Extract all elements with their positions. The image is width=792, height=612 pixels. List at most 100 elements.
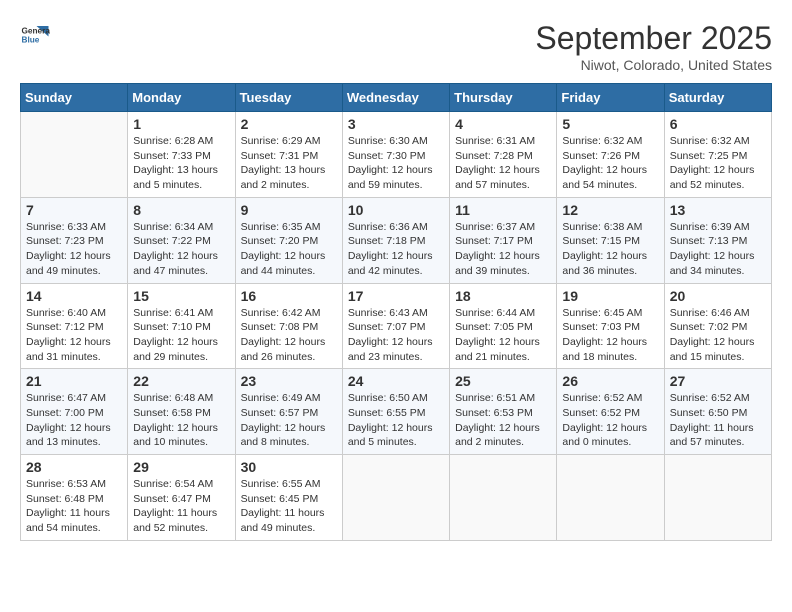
logo-icon: General Blue — [20, 20, 50, 50]
cell-info: Sunrise: 6:52 AMSunset: 6:52 PMDaylight:… — [562, 391, 658, 450]
month-title: September 2025 — [535, 20, 772, 57]
calendar-table: SundayMondayTuesdayWednesdayThursdayFrid… — [20, 83, 772, 541]
cell-info: Sunrise: 6:29 AMSunset: 7:31 PMDaylight:… — [241, 134, 337, 193]
calendar-cell: 3 Sunrise: 6:30 AMSunset: 7:30 PMDaylight… — [342, 112, 449, 198]
day-number: 14 — [26, 288, 122, 304]
calendar-cell: 14 Sunrise: 6:40 AMSunset: 7:12 PMDayligh… — [21, 283, 128, 369]
cell-info: Sunrise: 6:28 AMSunset: 7:33 PMDaylight:… — [133, 134, 229, 193]
day-number: 20 — [670, 288, 766, 304]
weekday-header-saturday: Saturday — [664, 84, 771, 112]
cell-info: Sunrise: 6:48 AMSunset: 6:58 PMDaylight:… — [133, 391, 229, 450]
cell-info: Sunrise: 6:30 AMSunset: 7:30 PMDaylight:… — [348, 134, 444, 193]
logo: General Blue — [20, 20, 50, 50]
calendar-cell: 7 Sunrise: 6:33 AMSunset: 7:23 PMDaylight… — [21, 197, 128, 283]
cell-info: Sunrise: 6:42 AMSunset: 7:08 PMDaylight:… — [241, 306, 337, 365]
day-number: 4 — [455, 116, 551, 132]
day-number: 18 — [455, 288, 551, 304]
week-row-1: 1 Sunrise: 6:28 AMSunset: 7:33 PMDaylight… — [21, 112, 772, 198]
cell-info: Sunrise: 6:38 AMSunset: 7:15 PMDaylight:… — [562, 220, 658, 279]
day-number: 21 — [26, 373, 122, 389]
calendar-cell: 17 Sunrise: 6:43 AMSunset: 7:07 PMDayligh… — [342, 283, 449, 369]
day-number: 1 — [133, 116, 229, 132]
week-row-4: 21 Sunrise: 6:47 AMSunset: 7:00 PMDayligh… — [21, 369, 772, 455]
cell-info: Sunrise: 6:39 AMSunset: 7:13 PMDaylight:… — [670, 220, 766, 279]
calendar-cell: 2 Sunrise: 6:29 AMSunset: 7:31 PMDaylight… — [235, 112, 342, 198]
calendar-cell: 25 Sunrise: 6:51 AMSunset: 6:53 PMDayligh… — [450, 369, 557, 455]
calendar-cell — [21, 112, 128, 198]
day-number: 25 — [455, 373, 551, 389]
cell-info: Sunrise: 6:55 AMSunset: 6:45 PMDaylight:… — [241, 477, 337, 536]
calendar-cell: 4 Sunrise: 6:31 AMSunset: 7:28 PMDaylight… — [450, 112, 557, 198]
cell-info: Sunrise: 6:50 AMSunset: 6:55 PMDaylight:… — [348, 391, 444, 450]
cell-info: Sunrise: 6:35 AMSunset: 7:20 PMDaylight:… — [241, 220, 337, 279]
calendar-cell: 6 Sunrise: 6:32 AMSunset: 7:25 PMDaylight… — [664, 112, 771, 198]
week-row-5: 28 Sunrise: 6:53 AMSunset: 6:48 PMDayligh… — [21, 455, 772, 541]
title-section: September 2025 Niwot, Colorado, United S… — [535, 20, 772, 73]
cell-info: Sunrise: 6:36 AMSunset: 7:18 PMDaylight:… — [348, 220, 444, 279]
calendar-cell: 22 Sunrise: 6:48 AMSunset: 6:58 PMDayligh… — [128, 369, 235, 455]
week-row-2: 7 Sunrise: 6:33 AMSunset: 7:23 PMDaylight… — [21, 197, 772, 283]
day-number: 3 — [348, 116, 444, 132]
day-number: 9 — [241, 202, 337, 218]
cell-info: Sunrise: 6:53 AMSunset: 6:48 PMDaylight:… — [26, 477, 122, 536]
weekday-header-row: SundayMondayTuesdayWednesdayThursdayFrid… — [21, 84, 772, 112]
day-number: 28 — [26, 459, 122, 475]
page-header: General Blue September 2025 Niwot, Color… — [20, 20, 772, 73]
location-subtitle: Niwot, Colorado, United States — [535, 57, 772, 73]
calendar-cell — [342, 455, 449, 541]
calendar-cell: 13 Sunrise: 6:39 AMSunset: 7:13 PMDayligh… — [664, 197, 771, 283]
cell-info: Sunrise: 6:34 AMSunset: 7:22 PMDaylight:… — [133, 220, 229, 279]
day-number: 17 — [348, 288, 444, 304]
cell-info: Sunrise: 6:40 AMSunset: 7:12 PMDaylight:… — [26, 306, 122, 365]
calendar-cell — [557, 455, 664, 541]
svg-text:General: General — [22, 27, 51, 36]
calendar-cell — [450, 455, 557, 541]
day-number: 8 — [133, 202, 229, 218]
cell-info: Sunrise: 6:54 AMSunset: 6:47 PMDaylight:… — [133, 477, 229, 536]
day-number: 16 — [241, 288, 337, 304]
cell-info: Sunrise: 6:32 AMSunset: 7:26 PMDaylight:… — [562, 134, 658, 193]
calendar-cell: 23Sunrise: 6:49 AMSunset: 6:57 PMDayligh… — [235, 369, 342, 455]
day-number: 29 — [133, 459, 229, 475]
day-number: 24 — [348, 373, 444, 389]
calendar-cell — [664, 455, 771, 541]
day-number: 15 — [133, 288, 229, 304]
calendar-cell: 15Sunrise: 6:41 AMSunset: 7:10 PMDayligh… — [128, 283, 235, 369]
calendar-cell: 9 Sunrise: 6:35 AMSunset: 7:20 PMDaylight… — [235, 197, 342, 283]
day-number: 19 — [562, 288, 658, 304]
calendar-cell: 26Sunrise: 6:52 AMSunset: 6:52 PMDayligh… — [557, 369, 664, 455]
calendar-cell: 10Sunrise: 6:36 AMSunset: 7:18 PMDayligh… — [342, 197, 449, 283]
day-number: 12 — [562, 202, 658, 218]
calendar-cell: 28 Sunrise: 6:53 AMSunset: 6:48 PMDayligh… — [21, 455, 128, 541]
calendar-cell: 18 Sunrise: 6:44 AMSunset: 7:05 PMDayligh… — [450, 283, 557, 369]
day-number: 6 — [670, 116, 766, 132]
cell-info: Sunrise: 6:45 AMSunset: 7:03 PMDaylight:… — [562, 306, 658, 365]
cell-info: Sunrise: 6:33 AMSunset: 7:23 PMDaylight:… — [26, 220, 122, 279]
day-number: 7 — [26, 202, 122, 218]
cell-info: Sunrise: 6:32 AMSunset: 7:25 PMDaylight:… — [670, 134, 766, 193]
calendar-cell: 21 Sunrise: 6:47 AMSunset: 7:00 PMDayligh… — [21, 369, 128, 455]
weekday-header-friday: Friday — [557, 84, 664, 112]
day-number: 13 — [670, 202, 766, 218]
calendar-cell: 8 Sunrise: 6:34 AMSunset: 7:22 PMDaylight… — [128, 197, 235, 283]
day-number: 22 — [133, 373, 229, 389]
weekday-header-monday: Monday — [128, 84, 235, 112]
cell-info: Sunrise: 6:43 AMSunset: 7:07 PMDaylight:… — [348, 306, 444, 365]
weekday-header-wednesday: Wednesday — [342, 84, 449, 112]
weekday-header-sunday: Sunday — [21, 84, 128, 112]
calendar-cell: 30Sunrise: 6:55 AMSunset: 6:45 PMDayligh… — [235, 455, 342, 541]
calendar-cell: 11Sunrise: 6:37 AMSunset: 7:17 PMDayligh… — [450, 197, 557, 283]
weekday-header-tuesday: Tuesday — [235, 84, 342, 112]
cell-info: Sunrise: 6:51 AMSunset: 6:53 PMDaylight:… — [455, 391, 551, 450]
day-number: 2 — [241, 116, 337, 132]
cell-info: Sunrise: 6:37 AMSunset: 7:17 PMDaylight:… — [455, 220, 551, 279]
cell-info: Sunrise: 6:47 AMSunset: 7:00 PMDaylight:… — [26, 391, 122, 450]
day-number: 27 — [670, 373, 766, 389]
cell-info: Sunrise: 6:49 AMSunset: 6:57 PMDaylight:… — [241, 391, 337, 450]
calendar-cell: 1 Sunrise: 6:28 AMSunset: 7:33 PMDaylight… — [128, 112, 235, 198]
cell-info: Sunrise: 6:31 AMSunset: 7:28 PMDaylight:… — [455, 134, 551, 193]
cell-info: Sunrise: 6:44 AMSunset: 7:05 PMDaylight:… — [455, 306, 551, 365]
calendar-cell: 16 Sunrise: 6:42 AMSunset: 7:08 PMDayligh… — [235, 283, 342, 369]
calendar-cell: 5Sunrise: 6:32 AMSunset: 7:26 PMDaylight… — [557, 112, 664, 198]
week-row-3: 14 Sunrise: 6:40 AMSunset: 7:12 PMDayligh… — [21, 283, 772, 369]
